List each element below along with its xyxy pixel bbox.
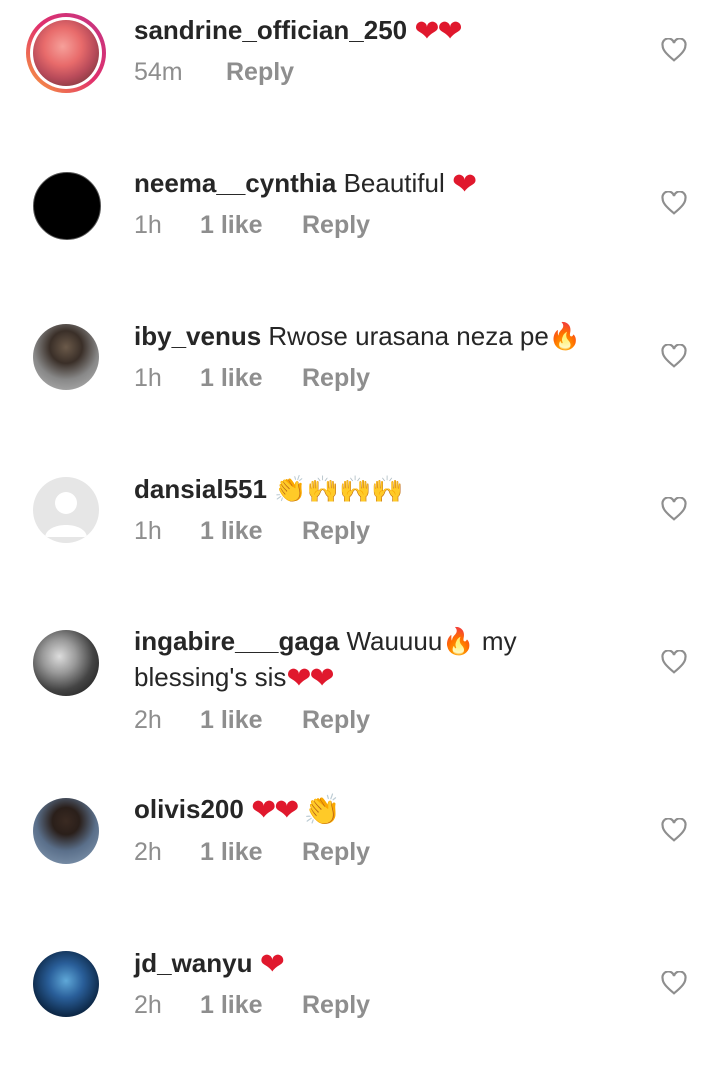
avatar[interactable]	[33, 798, 99, 864]
comment-username[interactable]: olivis200	[134, 794, 244, 824]
avatar[interactable]	[33, 172, 101, 240]
like-heart-icon[interactable]	[661, 190, 687, 215]
comment-time: 2h	[134, 991, 162, 1019]
like-count[interactable]: 1 like	[200, 991, 302, 1020]
avatar[interactable]	[33, 324, 99, 390]
comment-time: 2h	[134, 838, 162, 866]
comment-text: Rwose urasana neza pe	[268, 321, 549, 351]
comment-text: Wauuuu	[346, 626, 443, 656]
like-heart-icon[interactable]	[661, 649, 687, 674]
reply-button[interactable]: Reply	[226, 58, 294, 87]
avatar[interactable]	[26, 13, 106, 93]
avatar[interactable]	[33, 951, 99, 1017]
comment-username[interactable]: iby_venus	[134, 321, 261, 351]
like-heart-icon[interactable]	[661, 37, 687, 62]
comment-time: 1h	[134, 517, 162, 545]
comment-time: 2h	[134, 706, 162, 734]
avatar[interactable]	[33, 477, 99, 543]
reply-button[interactable]: Reply	[302, 211, 370, 240]
comment-emoji: 🔥	[442, 626, 475, 656]
like-heart-icon[interactable]	[661, 970, 687, 995]
comment-username[interactable]: dansial551	[134, 474, 267, 504]
comment-time: 1h	[134, 364, 162, 392]
reply-button[interactable]: Reply	[302, 706, 370, 735]
like-heart-icon[interactable]	[661, 496, 687, 521]
like-count[interactable]: 1 like	[200, 706, 302, 735]
like-count[interactable]: 1 like	[200, 364, 302, 393]
like-heart-icon[interactable]	[661, 817, 687, 842]
comment-emoji: ❤❤	[414, 15, 462, 48]
reply-button[interactable]: Reply	[302, 838, 370, 867]
comment-time: 1h	[134, 211, 162, 239]
comment-time: 54m	[134, 58, 183, 86]
reply-button[interactable]: Reply	[302, 364, 370, 393]
comment-username[interactable]: jd_wanyu	[134, 948, 252, 978]
comment-text: Beautiful	[343, 168, 445, 198]
comment-username[interactable]: neema__cynthia	[134, 168, 336, 198]
comment-username[interactable]: ingabire___gaga	[134, 626, 339, 656]
comment-emoji: ❤	[451, 168, 477, 201]
like-heart-icon[interactable]	[661, 343, 687, 368]
comment-emoji-hearts: ❤❤	[286, 662, 334, 695]
reply-button[interactable]: Reply	[302, 991, 370, 1020]
avatar[interactable]	[33, 630, 99, 696]
like-count[interactable]: 1 like	[200, 211, 302, 240]
like-count[interactable]: 1 like	[200, 517, 302, 546]
comment-emoji: ❤❤ 👏	[251, 794, 341, 827]
like-count[interactable]: 1 like	[200, 838, 302, 867]
comment-emoji: 🔥	[548, 321, 582, 351]
comment-username[interactable]: sandrine_offician_250	[134, 15, 407, 45]
comment-emoji: 👏🙌🙌🙌	[274, 474, 404, 504]
reply-button[interactable]: Reply	[302, 517, 370, 546]
comment-emoji: ❤	[259, 948, 285, 981]
